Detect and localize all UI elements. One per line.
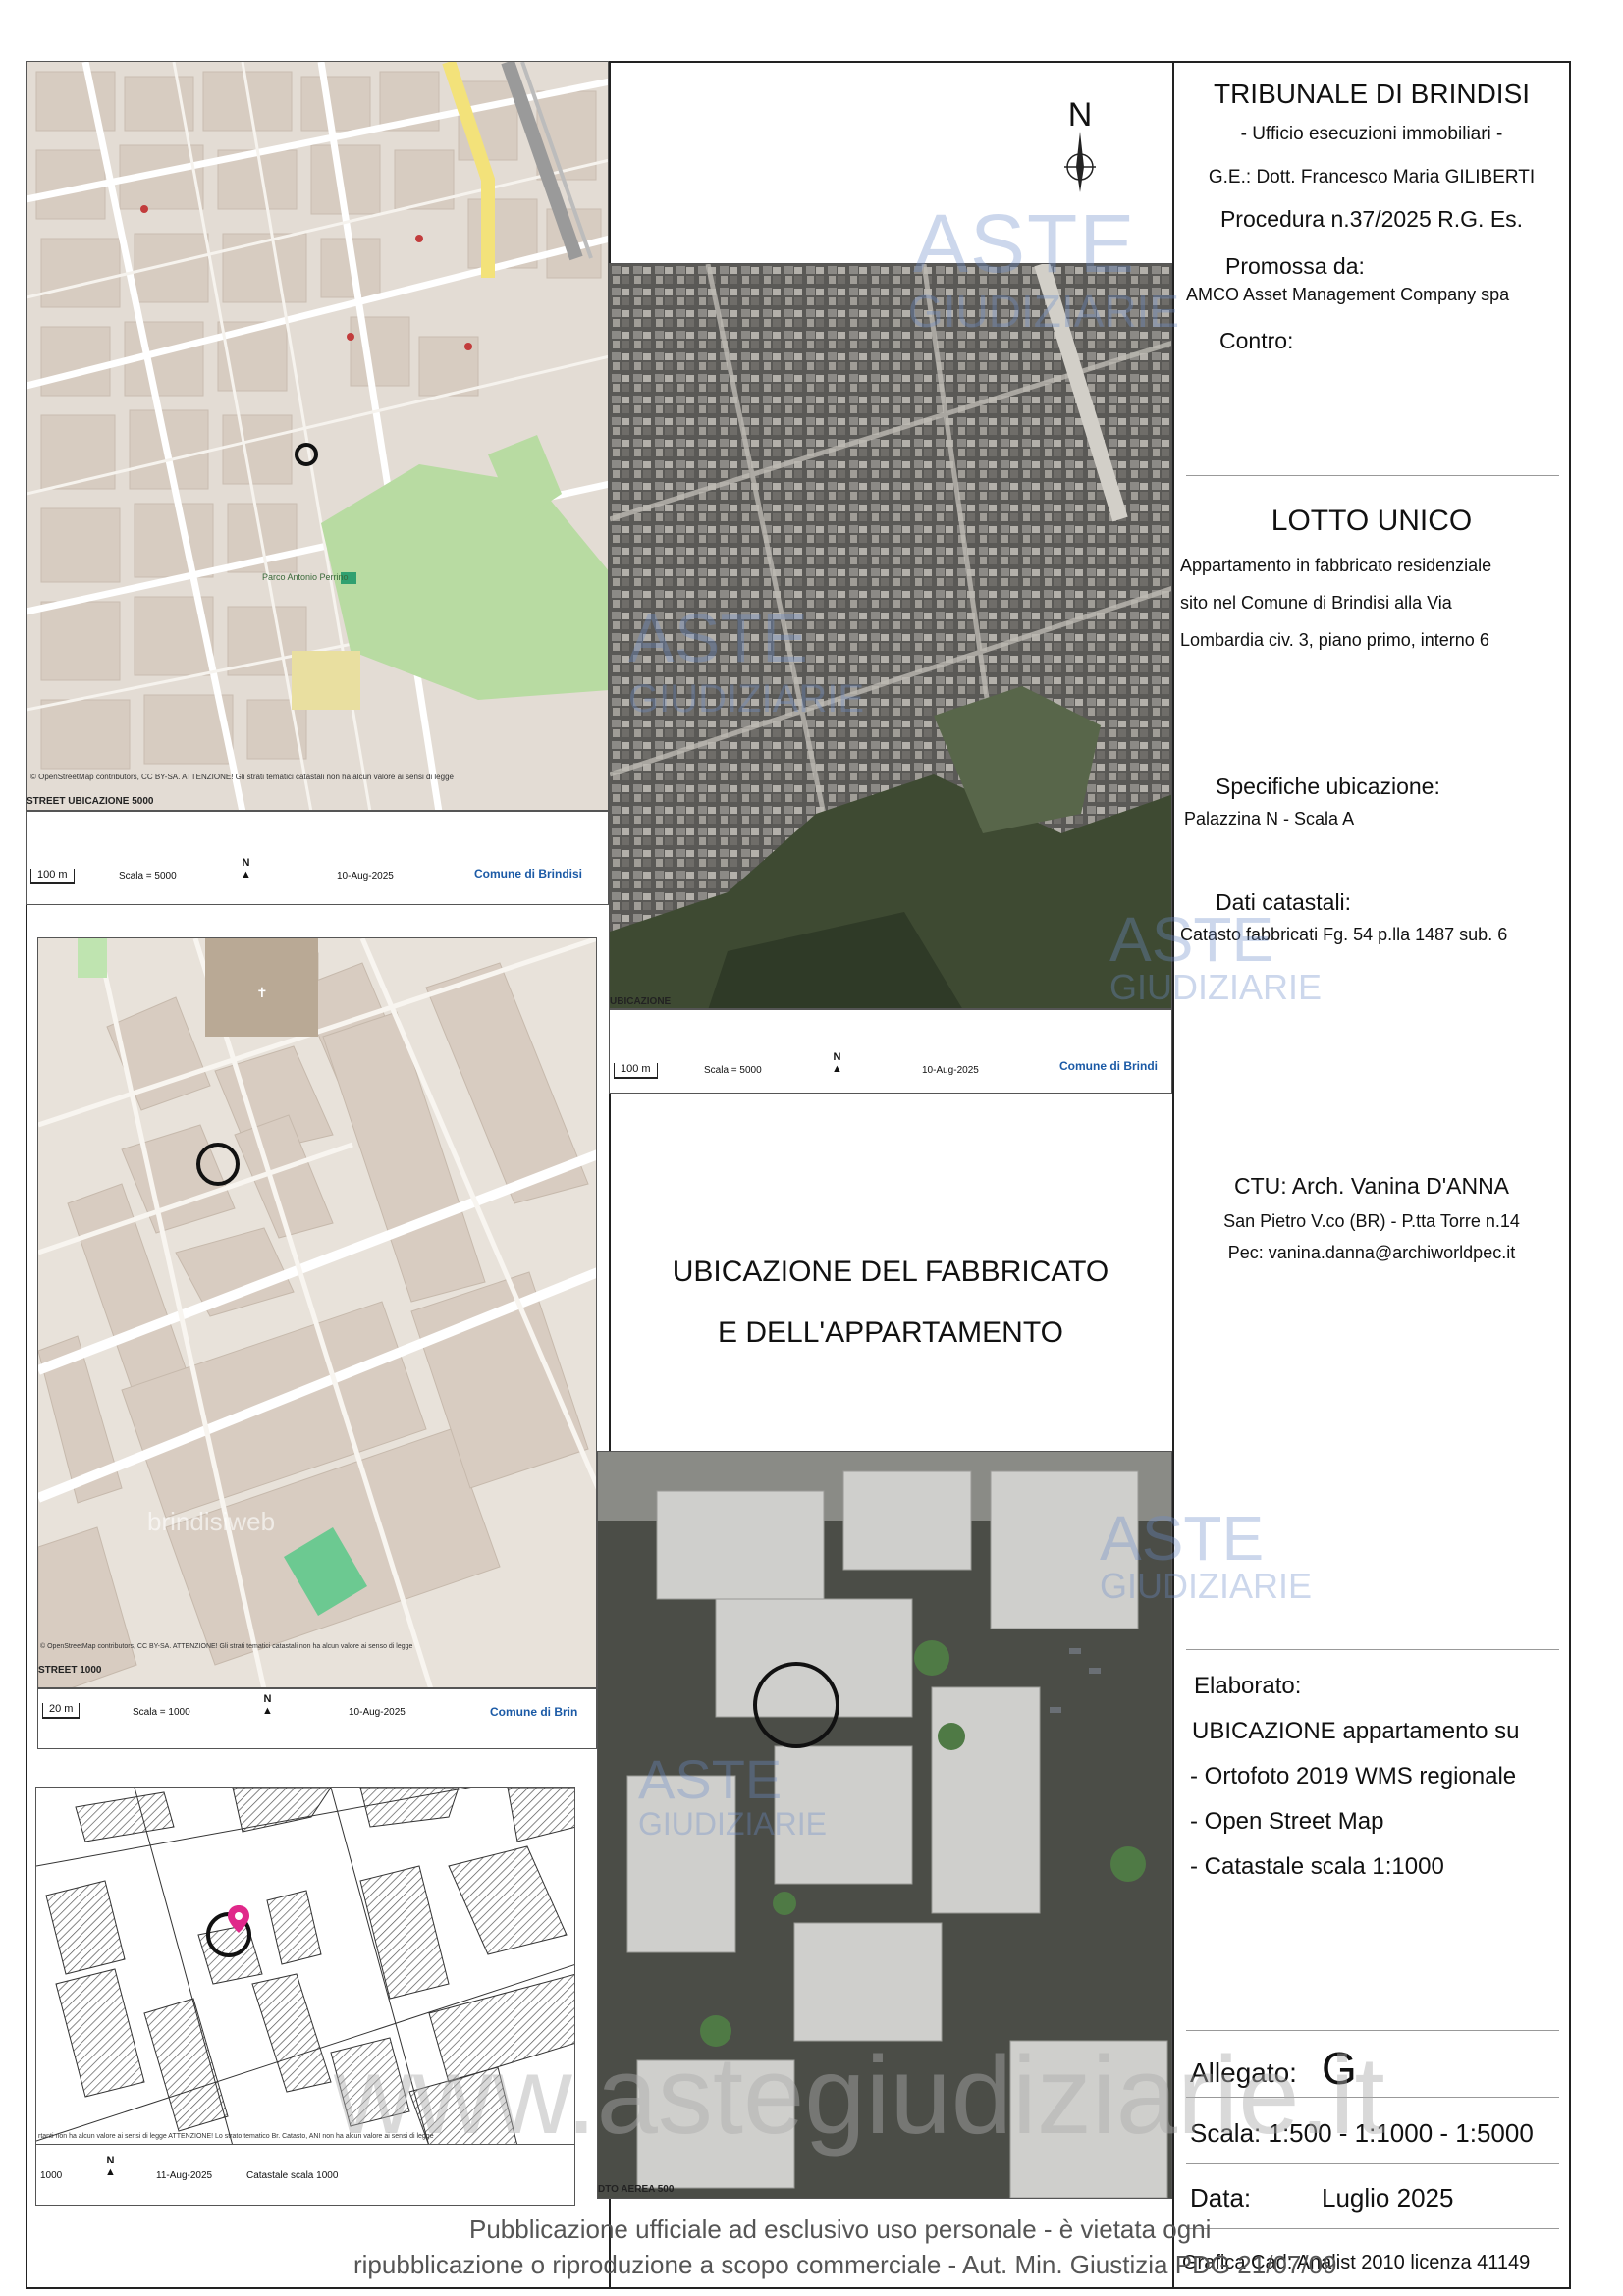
ctu-title: CTU: Arch. Vanina D'ANNA [1233, 1173, 1510, 1199]
divider-ctu [1186, 1649, 1559, 1650]
aerial5000-north-arrow: N ▲ [832, 1051, 842, 1075]
promoted-by-label: Promossa da: [1225, 253, 1365, 279]
street1000-logo: Comune di Brin [490, 1705, 578, 1719]
court-office: - Ufficio esecuzioni immobiliari - [1240, 124, 1503, 144]
street5000-scale: Scala = 5000 [119, 871, 177, 881]
compass-north-label: N [1067, 96, 1093, 133]
street1000-label: STREET 1000 [38, 1665, 102, 1676]
lot-description-line1: Appartamento in fabbricato residenziale [1180, 556, 1492, 575]
promoted-by: AMCO Asset Management Company spa [1186, 285, 1510, 304]
aerial5000-scale: Scala = 5000 [704, 1065, 762, 1076]
judge: G.E.: Dott. Francesco Maria GILIBERTI [1208, 167, 1536, 187]
cadastral-scale: Catastale scala 1000 [246, 2170, 339, 2181]
svg-text:✝: ✝ [256, 985, 268, 1000]
center-title: UBICAZIONE DEL FABBRICATO E DELL'APPARTA… [609, 1242, 1172, 1363]
location-value: Palazzina N - Scala A [1184, 809, 1355, 828]
elaborato-line3: - Open Street Map [1190, 1808, 1384, 1835]
data-value: Luglio 2025 [1322, 2183, 1454, 2213]
watermark-aste-3: ASTE [1109, 904, 1274, 975]
watermark-site: www.astegiudiziarie.it [334, 2034, 1385, 2157]
aerial5000-date: 10-Aug-2025 [922, 1065, 979, 1076]
street-map-1000: ✝ © OpenStreetMap contributors, CC BY-SA… [37, 937, 597, 1688]
cadastral-scalebar: 1000 [40, 2170, 63, 2181]
against-label: Contro: [1219, 328, 1294, 353]
street1000-north-arrow: N ▲ [262, 1693, 273, 1717]
lot-title: LOTTO UNICO [1271, 505, 1473, 537]
street-map-5000-graphic [27, 62, 608, 810]
center-title-line1: UBICAZIONE DEL FABBRICATO [672, 1255, 1109, 1288]
footer-line1: Pubblicazione ufficiale ad esclusivo uso… [469, 2215, 1212, 2244]
watermark-giudiziarie-2: GIUDIZIARIE [628, 677, 865, 721]
watermark-giudiziarie-3: GIUDIZIARIE [1109, 967, 1323, 1007]
street5000-label: STREET UBICAZIONE 5000 [27, 796, 154, 807]
lot-description-line2: sito nel Comune di Brindisi alla Via [1180, 593, 1452, 613]
street1000-scale: Scala = 1000 [133, 1707, 190, 1718]
elaborato-line2: - Ortofoto 2019 WMS regionale [1190, 1763, 1517, 1789]
cadastral-north-arrow: N ▲ [105, 2155, 116, 2178]
aerial5000-label: UBICAZIONE [610, 996, 672, 1007]
street5000-logo: Comune di Brindisi [474, 867, 583, 881]
compass-icon [1064, 132, 1096, 192]
watermark-aste-4: ASTE [1100, 1503, 1265, 1574]
divider-header [1186, 475, 1559, 476]
procedure-number: Procedura n.37/2025 R.G. Es. [1219, 206, 1524, 232]
elaborato-line1: UBICAZIONE appartamento su [1192, 1718, 1520, 1744]
watermark-brindisiweb: brindisiweb [147, 1507, 276, 1536]
divider-data [1186, 2228, 1559, 2229]
location-label: Specifiche ubicazione: [1216, 774, 1440, 799]
street5000-attribution: © OpenStreetMap contributors, CC BY-SA. … [30, 773, 454, 781]
compass-rose: N [1041, 98, 1119, 197]
watermark-giudiziarie-4: GIUDIZIARIE [1100, 1566, 1313, 1606]
street5000-scalebar: 100 m [30, 869, 75, 884]
street1000-date: 10-Aug-2025 [349, 1707, 406, 1718]
park-label: Parco Antonio Perrino [262, 572, 349, 582]
footer-line2: ripubblicazione o riproduzione a scopo c… [353, 2250, 1337, 2279]
street1000-scalebar: 20 m [42, 1703, 81, 1719]
court-name: TRIBUNALE DI BRINDISI [1213, 79, 1531, 109]
street5000-date: 10-Aug-2025 [337, 871, 394, 881]
street5000-footer: 100 m Scala = 5000 N ▲ 10-Aug-2025 Comune… [26, 811, 609, 905]
aerial500-label: DTO AEREA 500 [598, 2184, 675, 2195]
cadastral-date: 11-Aug-2025 [156, 2170, 213, 2181]
ctu-address: San Pietro V.co (BR) - P.tta Torre n.14 [1223, 1211, 1520, 1231]
watermark-giudiziarie-5: GIUDIZIARIE [638, 1806, 828, 1842]
aerial5000-footer: 100 m Scala = 5000 N ▲ 10-Aug-2025 Comune… [609, 1009, 1172, 1094]
ctu-pec: Pec: vanina.danna@archiworldpec.it [1227, 1243, 1516, 1262]
aerial5000-logo: Comune di Brindi [1059, 1059, 1158, 1073]
street5000-north-arrow: N ▲ [241, 857, 251, 881]
aerial5000-scalebar: 100 m [614, 1063, 658, 1079]
street-map-1000-graphic: ✝ [38, 938, 596, 1687]
divider-scala [1186, 2163, 1559, 2164]
lot-description-line3: Lombardia civ. 3, piano primo, interno 6 [1180, 630, 1489, 650]
watermark-aste-5: ASTE [638, 1748, 783, 1810]
watermark-aste-2: ASTE [628, 600, 808, 676]
center-title-line2: E DELL'APPARTAMENTO [718, 1316, 1063, 1349]
watermark-aste-1: ASTE [913, 197, 1137, 290]
street-map-5000: Parco Antonio Perrino © OpenStreetMap co… [26, 61, 609, 811]
elaborato-label: Elaborato: [1194, 1673, 1302, 1699]
divider-elaborato [1186, 2030, 1559, 2031]
watermark-giudiziarie-1: GIUDIZIARIE [908, 286, 1180, 337]
elaborato-line4: - Catastale scala 1:1000 [1190, 1853, 1444, 1880]
street1000-attribution: © OpenStreetMap contributors, CC BY-SA. … [40, 1643, 413, 1650]
street1000-footer: 20 m Scala = 1000 N ▲ 10-Aug-2025 Comune … [37, 1688, 597, 1749]
data-label: Data: [1190, 2183, 1252, 2213]
